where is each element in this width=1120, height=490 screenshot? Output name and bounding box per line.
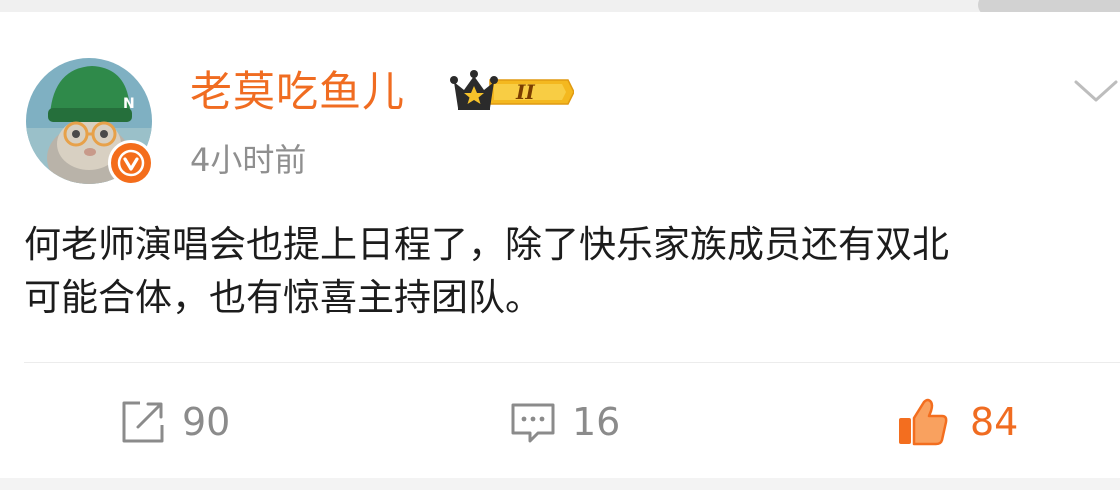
comment-button[interactable]: 16 [508, 396, 620, 448]
author-name[interactable]: 老莫吃鱼儿 [190, 64, 405, 120]
comment-count: 16 [572, 400, 621, 444]
divider [24, 362, 1120, 363]
repost-icon [122, 401, 164, 443]
svg-text:N: N [123, 96, 135, 112]
bottom-bar [0, 478, 1120, 490]
repost-count: 90 [182, 400, 231, 444]
comment-icon [511, 403, 555, 443]
like-button[interactable]: 84 [896, 396, 1018, 448]
content-line: 何老师演唱会也提上日程了，除了快乐家族成员还有双北 [24, 223, 949, 266]
post-time: 4小时前 [190, 141, 307, 179]
post-content[interactable]: 何老师演唱会也提上日程了，除了快乐家族成员还有双北 可能合体，也有惊喜主持团队。 [24, 218, 1104, 324]
vip-crown-icon[interactable]: II [450, 68, 575, 116]
verified-badge-icon [108, 140, 154, 186]
like-count: 84 [970, 400, 1019, 444]
repost-button[interactable]: 90 [118, 396, 230, 448]
chevron-down-icon[interactable] [1072, 72, 1120, 112]
top-bar [0, 0, 1120, 16]
vip-level-label: II [515, 80, 535, 104]
content-line: 可能合体，也有惊喜主持团队。 [24, 276, 542, 319]
thumbs-up-icon [899, 398, 948, 446]
